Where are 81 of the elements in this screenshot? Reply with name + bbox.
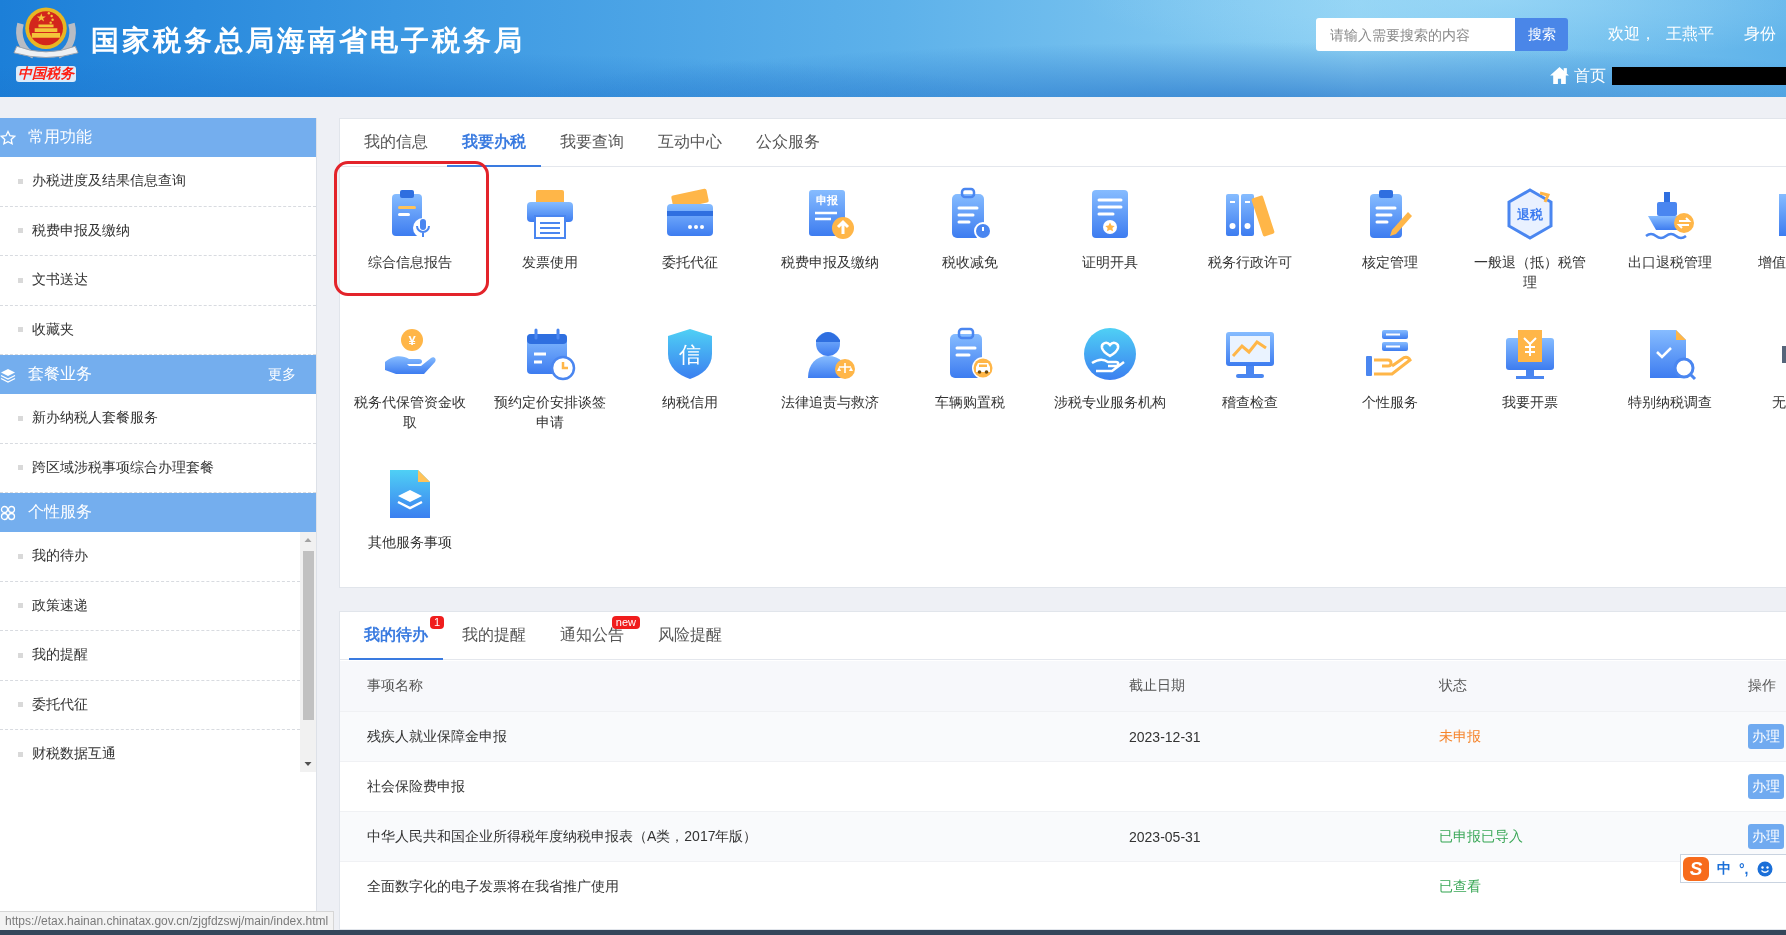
- status-text: 已申报已导入: [1439, 827, 1524, 846]
- table-cell-text: 中华人民共和国企业所得税年度纳税申报表（A类，2017年版）: [367, 827, 759, 846]
- sidebar-item[interactable]: 文书送达: [0, 256, 316, 306]
- punctuation-toggle[interactable]: °,: [1739, 860, 1749, 877]
- user-name: 王燕平: [1666, 24, 1714, 44]
- sidebar-item[interactable]: 新办纳税人套餐服务: [0, 394, 316, 444]
- input-mode-toggle[interactable]: 中: [1717, 859, 1731, 878]
- tab[interactable]: 互动中心: [643, 119, 737, 167]
- bullet-icon: [18, 702, 23, 708]
- service-shortcut[interactable]: 稽查检查: [1222, 326, 1278, 412]
- service-shortcut[interactable]: 涉税专业服务机构: [1054, 326, 1166, 412]
- search-field[interactable]: 请输入需要搜索的内容: [1316, 18, 1515, 51]
- table-cell-text: 2023-12-31: [1129, 728, 1202, 745]
- section-title: 常用功能: [28, 127, 92, 147]
- bullet-icon: [18, 553, 23, 559]
- tab[interactable]: 公众服务: [741, 119, 835, 167]
- column-header: 操作: [1748, 677, 1777, 695]
- home-icon: [1549, 66, 1570, 85]
- service-shortcut[interactable]: 退税 一般退（抵）税管理: [1470, 186, 1590, 292]
- table-cell-text: 社会保险费申报: [367, 777, 466, 796]
- bullet-icon: [18, 277, 23, 283]
- table-cell-text: 全面数字化的电子发票将在我省推广使用: [367, 877, 620, 896]
- scrollbar-track[interactable]: [300, 532, 316, 772]
- bullet-icon: [18, 178, 23, 184]
- service-shortcut[interactable]: ¥ 税务代保管资金收取: [350, 326, 470, 432]
- section-title: 套餐业务: [28, 364, 92, 384]
- service-shortcut[interactable]: 增值: [1758, 186, 1786, 272]
- service-shortcut[interactable]: 个性服务: [1362, 326, 1418, 412]
- service-shortcut[interactable]: 我要开票: [1502, 326, 1558, 412]
- cropped-icon: [1779, 194, 1786, 236]
- tab[interactable]: 通知公告 new: [545, 612, 639, 660]
- notification-badge: 1: [429, 616, 444, 629]
- scrollbar-thumb[interactable]: [302, 551, 314, 720]
- bullet-icon: [18, 228, 23, 234]
- star-icon: [0, 129, 16, 146]
- service-shortcut[interactable]: 其他服务事项: [368, 466, 452, 552]
- site-title: 国家税务总局海南省电子税务局: [91, 24, 525, 58]
- service-shortcut[interactable]: 信 纳税信用: [662, 326, 718, 412]
- tab[interactable]: 我的提醒: [447, 612, 541, 660]
- service-shortcut[interactable]: 特别纳税调查: [1628, 326, 1712, 412]
- bullet-icon: [18, 652, 23, 658]
- tab[interactable]: 风险提醒: [643, 612, 737, 660]
- service-shortcut[interactable]: 税收减免: [942, 186, 998, 272]
- bullet-icon: [18, 327, 23, 333]
- service-shortcut[interactable]: 发票使用: [522, 186, 578, 272]
- status-text: 已查看: [1439, 877, 1482, 896]
- service-shortcut[interactable]: 预约定价安排谈签申请: [490, 326, 610, 432]
- service-shortcut[interactable]: 税务行政许可: [1208, 186, 1292, 272]
- service-shortcut[interactable]: 综合信息报告: [368, 186, 452, 272]
- bullet-icon: [18, 415, 23, 421]
- table-cell-text: 残疾人就业保障金申报: [367, 727, 508, 746]
- tab[interactable]: 我要查询: [545, 119, 639, 167]
- cropped-icon: [1782, 346, 1786, 363]
- welcome-text: 欢迎，: [1608, 24, 1656, 44]
- service-shortcut[interactable]: 车辆购置税: [935, 326, 1005, 412]
- search-button[interactable]: 搜索: [1515, 18, 1568, 51]
- service-shortcut[interactable]: 法律追责与救济: [781, 326, 879, 412]
- section-title: 个性服务: [28, 502, 92, 522]
- column-header: 截止日期: [1129, 677, 1186, 695]
- table-cell-text: 2023-05-31: [1129, 828, 1202, 845]
- service-shortcut[interactable]: 出口退税管理: [1628, 186, 1712, 272]
- circles-grid-icon: [0, 504, 16, 521]
- emblem-caption: 中国税务: [16, 66, 76, 82]
- service-shortcut[interactable]: 核定管理: [1362, 186, 1418, 272]
- column-header: 事项名称: [367, 677, 424, 695]
- column-header: 状态: [1439, 677, 1468, 695]
- service-shortcut[interactable]: 申报 税费申报及缴纳: [781, 186, 879, 272]
- layers-icon: [0, 366, 16, 383]
- sidebar-item[interactable]: 办税进度及结果信息查询: [0, 157, 316, 207]
- tab[interactable]: 我的信息: [349, 119, 443, 167]
- tab[interactable]: 我要办税: [447, 119, 541, 167]
- sidebar-item[interactable]: 税费申报及缴纳: [0, 206, 316, 256]
- service-shortcut[interactable]: 证明开具: [1082, 186, 1138, 272]
- smiley-icon[interactable]: [1756, 860, 1773, 877]
- bullet-icon: [18, 465, 23, 471]
- status-bar-url: https://etax.hainan.chinatax.gov.cn/zjgfdzswj/main/index.html: [0, 911, 335, 930]
- status-text: 未申报: [1439, 727, 1482, 746]
- bullet-icon: [18, 751, 23, 757]
- bullet-icon: [18, 603, 23, 609]
- service-shortcut[interactable]: 委托代征: [662, 186, 718, 272]
- service-shortcut[interactable]: 无: [1772, 326, 1786, 412]
